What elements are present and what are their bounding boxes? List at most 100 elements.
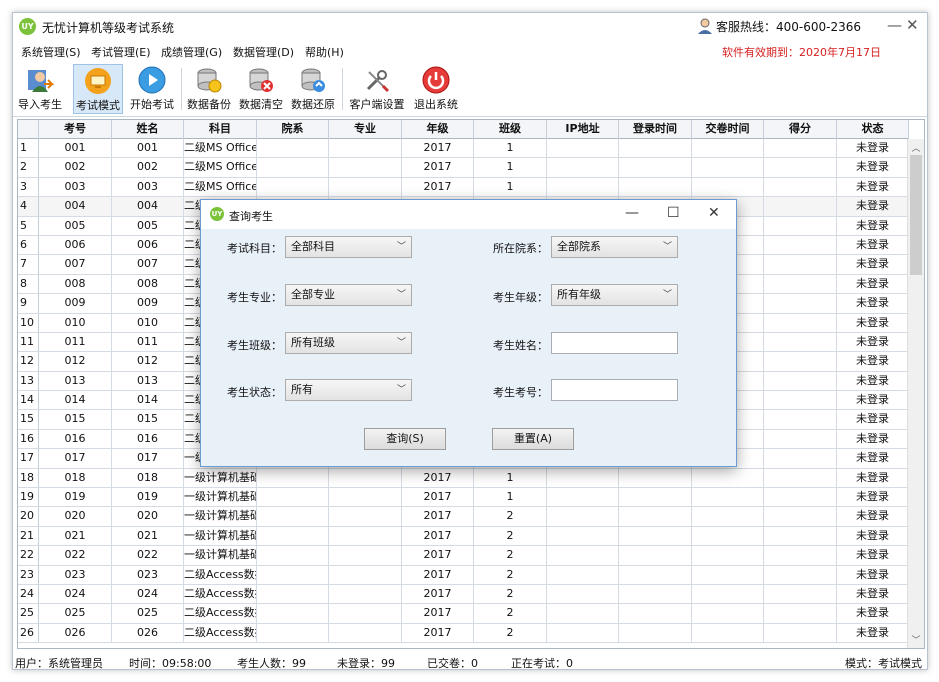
- close-icon[interactable]: ✕: [906, 16, 919, 34]
- subject-select[interactable]: 全部科目 ﹀: [285, 236, 412, 258]
- major-select[interactable]: 全部专业 ﹀: [285, 284, 412, 306]
- column-header[interactable]: 得分: [764, 120, 837, 139]
- table-row[interactable]: 18 018 018 一级计算机基础 2017 1 未登录: [18, 468, 909, 489]
- table-cell: [764, 216, 837, 235]
- table-cell: 2017: [402, 565, 474, 584]
- table-cell: 016: [39, 429, 112, 449]
- table-cell: 002: [39, 158, 112, 177]
- column-header[interactable]: 年级: [402, 120, 474, 139]
- client-settings-button[interactable]: 客户端设置: [347, 64, 407, 114]
- column-header[interactable]: 姓名: [112, 120, 184, 139]
- table-cell: 015: [39, 410, 112, 429]
- start-exam-button[interactable]: 开始考试: [127, 64, 177, 114]
- table-cell: [764, 449, 837, 468]
- query-button[interactable]: 查询(S): [364, 428, 446, 450]
- status-total: 考生人数：99: [237, 657, 306, 670]
- row-number: 19: [18, 488, 39, 507]
- table-cell: [329, 526, 402, 546]
- menu-exam[interactable]: 考试管理(E): [91, 44, 151, 60]
- column-header[interactable]: 交卷时间: [692, 120, 764, 139]
- column-header[interactable]: 科目: [184, 120, 257, 139]
- minimize-icon[interactable]: —: [887, 16, 902, 34]
- menu-system[interactable]: 系统管理(S): [21, 44, 81, 60]
- scroll-up-icon[interactable]: ︿: [908, 141, 924, 155]
- scroll-thumb[interactable]: [910, 155, 922, 275]
- table-cell: [547, 177, 619, 197]
- table-cell: [547, 604, 619, 623]
- state-select[interactable]: 所有 ﹀: [285, 379, 412, 401]
- class-select[interactable]: 所有班级 ﹀: [285, 332, 412, 354]
- reset-button[interactable]: 重置(A): [492, 428, 574, 450]
- table-row[interactable]: 3 003 003 二级MS Office 2017 1 未登录: [18, 177, 909, 198]
- column-header[interactable]: 状态: [837, 120, 909, 139]
- table-cell: [764, 197, 837, 216]
- table-cell: 未登录: [837, 177, 909, 197]
- grade-select[interactable]: 所有年级 ﹀: [551, 284, 678, 306]
- table-cell: [619, 546, 692, 565]
- table-cell: 未登录: [837, 313, 909, 332]
- table-cell: 024: [39, 584, 112, 604]
- exam-mode-button[interactable]: 考试模式: [73, 64, 123, 114]
- table-cell: 003: [39, 177, 112, 197]
- table-row[interactable]: 21 021 021 一级计算机基础 2017 2 未登录: [18, 526, 909, 547]
- chevron-down-icon: ﹀: [396, 242, 406, 252]
- row-number: 24: [18, 584, 39, 604]
- table-cell: [619, 488, 692, 507]
- chevron-down-icon: ﹀: [396, 385, 406, 395]
- menu-data[interactable]: 数据管理(D): [233, 44, 294, 60]
- table-cell: 未登录: [837, 235, 909, 255]
- scroll-down-icon[interactable]: ﹀: [908, 633, 924, 647]
- dialog-close-icon[interactable]: ✕: [708, 205, 720, 221]
- table-cell: [764, 410, 837, 429]
- dialog-maximize-icon[interactable]: ☐: [667, 205, 680, 221]
- table-cell: 2: [474, 623, 547, 643]
- exit-system-button[interactable]: 退出系统: [411, 64, 461, 114]
- column-header[interactable]: 专业: [329, 120, 402, 139]
- table-row[interactable]: 23023023二级Access数据库20172未登录: [18, 565, 909, 585]
- column-header[interactable]: 登录时间: [619, 120, 692, 139]
- column-header[interactable]: 考号: [39, 120, 112, 139]
- column-header[interactable]: IP地址: [547, 120, 619, 139]
- table-cell: 011: [112, 332, 184, 352]
- menu-score[interactable]: 成绩管理(G): [161, 44, 222, 60]
- column-header[interactable]: 院系: [257, 120, 329, 139]
- import-student-button[interactable]: 导入考生: [17, 64, 63, 114]
- table-cell: 未登录: [837, 488, 909, 507]
- table-cell: [257, 565, 329, 584]
- row-number: 18: [18, 468, 39, 488]
- id-input[interactable]: [551, 379, 678, 401]
- table-cell: 001: [112, 139, 184, 158]
- vertical-scrollbar[interactable]: ︿ ﹀: [907, 139, 924, 648]
- department-select[interactable]: 全部院系 ﹀: [551, 236, 678, 258]
- table-row[interactable]: 22 022 022 一级计算机基础 2017 2 未登录: [18, 546, 909, 566]
- major-label: 考生专业：: [227, 291, 282, 304]
- table-cell: [764, 274, 837, 294]
- table-row[interactable]: 20 020 020 一级计算机基础 2017 2 未登录: [18, 507, 909, 527]
- table-cell: [764, 158, 837, 177]
- name-input[interactable]: [551, 332, 678, 354]
- data-backup-button[interactable]: 数据备份: [185, 64, 233, 114]
- data-restore-button[interactable]: 数据还原: [289, 64, 337, 114]
- data-clear-button[interactable]: 数据清空: [237, 64, 285, 114]
- table-cell: 008: [39, 274, 112, 294]
- title-bar: UY 无忧计算机等级考试系统 客服热线：400-600-2366 — ✕: [13, 13, 927, 40]
- table-cell: 007: [39, 255, 112, 274]
- table-cell: [692, 526, 764, 546]
- table-row[interactable]: 25025025二级Access数据库20172未登录: [18, 604, 909, 624]
- table-cell: 026: [39, 623, 112, 643]
- table-row[interactable]: 26026026二级Access数据库20172未登录: [18, 623, 909, 644]
- table-cell: 未登录: [837, 158, 909, 177]
- table-cell: [764, 565, 837, 584]
- table-row[interactable]: 2 002 002 二级MS Office 2017 1 未登录: [18, 158, 909, 178]
- row-number: 9: [18, 294, 39, 313]
- column-header[interactable]: 班级: [474, 120, 547, 139]
- table-row[interactable]: 24024024二级Access数据库20172未登录: [18, 584, 909, 605]
- dialog-minimize-icon[interactable]: —: [625, 205, 639, 221]
- subject-label: 考试科目：: [227, 242, 282, 255]
- table-row[interactable]: 19 019 019 一级计算机基础 2017 1 未登录: [18, 488, 909, 508]
- id-label: 考生考号：: [493, 386, 548, 399]
- table-row[interactable]: 1 001 001 二级MS Office 2017 1 未登录: [18, 139, 909, 159]
- table-cell: 013: [39, 371, 112, 391]
- table-cell: [257, 177, 329, 197]
- menu-help[interactable]: 帮助(H): [305, 44, 344, 60]
